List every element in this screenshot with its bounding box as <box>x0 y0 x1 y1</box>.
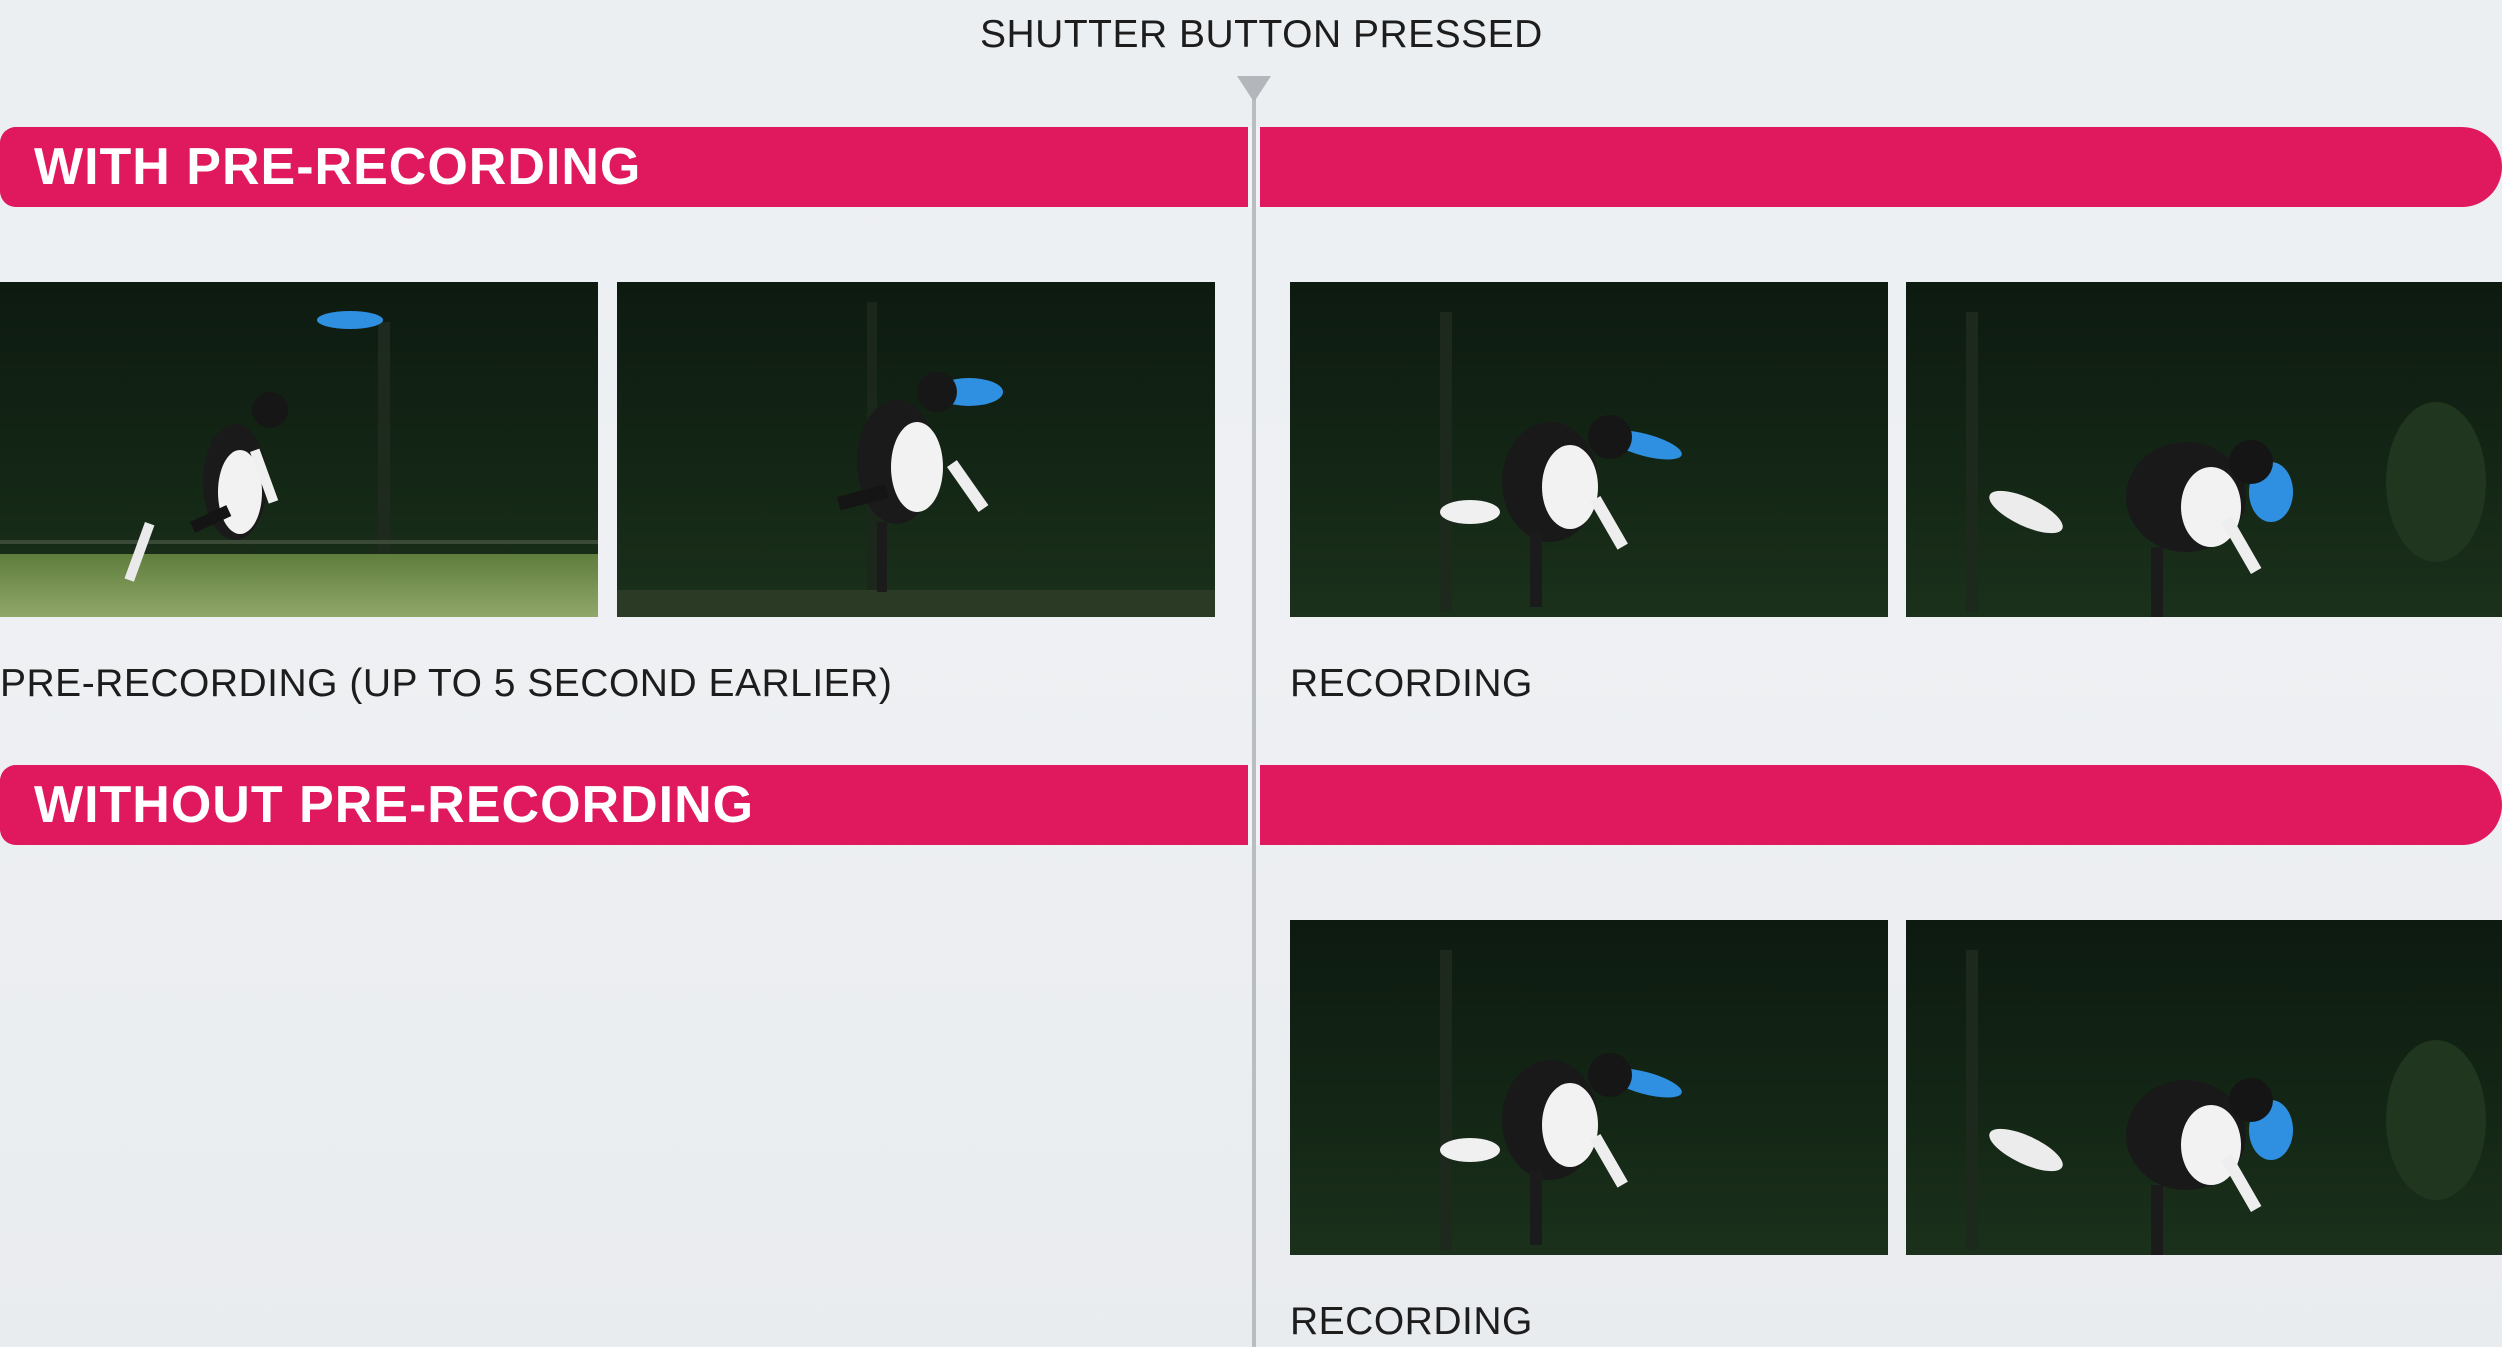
photo-dog-no-prerec-frame-2 <box>1906 920 2502 1255</box>
recording-caption: RECORDING <box>1290 1300 1533 1343</box>
without-pre-recording-title: WITHOUT PRE-RECORDING <box>34 776 755 834</box>
photo-dog-recording-frame-1 <box>1290 282 1888 617</box>
photo-dog-jump-frame-1 <box>0 282 598 617</box>
photo-dog-no-prerec-frame-1 <box>1290 920 1888 1255</box>
shutter-arrow-icon <box>1237 76 1271 102</box>
with-pre-recording-title: WITH PRE-RECORDING <box>34 138 642 196</box>
photo-dog-recording-frame-2 <box>1906 282 2502 617</box>
dog-hold-photo <box>1290 920 1888 1255</box>
dog-catch-photo <box>617 282 1215 617</box>
dog-landing-photo <box>1906 920 2502 1255</box>
shutter-button-pressed-label: SHUTTER BUTTON PRESSED <box>980 13 1543 56</box>
dog-jump-photo <box>0 282 598 617</box>
dog-hold-photo <box>1290 282 1888 617</box>
recording-caption: RECORDING <box>1290 662 1533 705</box>
pre-recording-caption: PRE-RECORDING (UP TO 5 SECOND EARLIER) <box>0 662 893 705</box>
dog-landing-photo <box>1906 282 2502 617</box>
photo-dog-jump-frame-2 <box>617 282 1215 617</box>
shutter-timeline <box>1252 80 1256 1347</box>
